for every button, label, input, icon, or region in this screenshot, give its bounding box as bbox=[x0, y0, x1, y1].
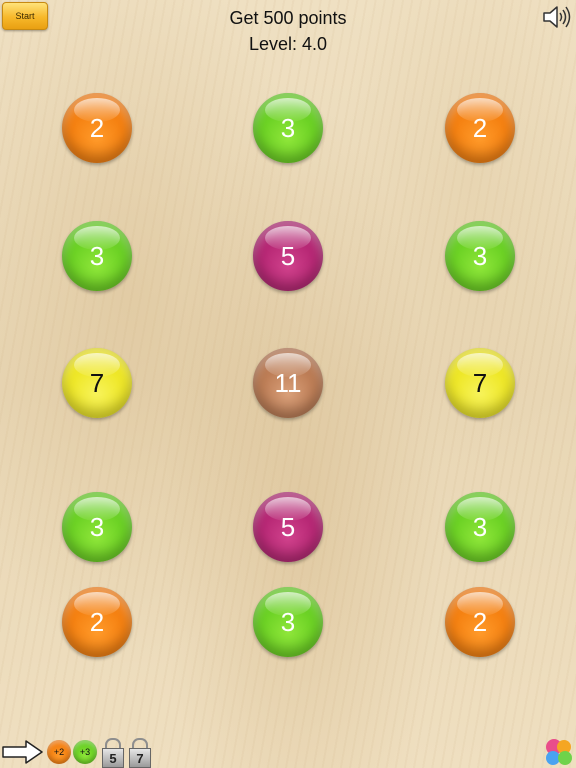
ball[interactable]: 3 bbox=[253, 587, 323, 657]
ball[interactable]: 3 bbox=[253, 93, 323, 163]
ball[interactable]: 3 bbox=[445, 492, 515, 562]
ball[interactable]: 5 bbox=[253, 221, 323, 291]
ball[interactable]: 2 bbox=[62, 587, 132, 657]
lock-number: 5 bbox=[102, 748, 124, 768]
ball[interactable]: 11 bbox=[253, 348, 323, 418]
ball[interactable]: 2 bbox=[445, 93, 515, 163]
ball[interactable]: 2 bbox=[62, 93, 132, 163]
ball[interactable]: 3 bbox=[445, 221, 515, 291]
goal-text: Get 500 points bbox=[229, 8, 347, 28]
plus-two-powerup[interactable]: +2 bbox=[47, 740, 71, 764]
locked-five-powerup[interactable]: 5 bbox=[101, 738, 124, 768]
plus-three-powerup[interactable]: +3 bbox=[73, 740, 97, 764]
level-text: Level: 4.0 bbox=[248, 34, 328, 54]
right-arrow-icon bbox=[2, 740, 43, 764]
ball[interactable]: 3 bbox=[62, 492, 132, 562]
ball[interactable]: 7 bbox=[445, 348, 515, 418]
lock-number: 7 bbox=[129, 748, 151, 768]
ball[interactable]: 7 bbox=[62, 348, 132, 418]
ball[interactable]: 2 bbox=[445, 587, 515, 657]
ball[interactable]: 5 bbox=[253, 492, 323, 562]
game-center-icon[interactable] bbox=[544, 738, 574, 766]
speaker-icon[interactable] bbox=[542, 4, 572, 30]
ball[interactable]: 3 bbox=[62, 221, 132, 291]
locked-seven-powerup[interactable]: 7 bbox=[128, 738, 151, 768]
